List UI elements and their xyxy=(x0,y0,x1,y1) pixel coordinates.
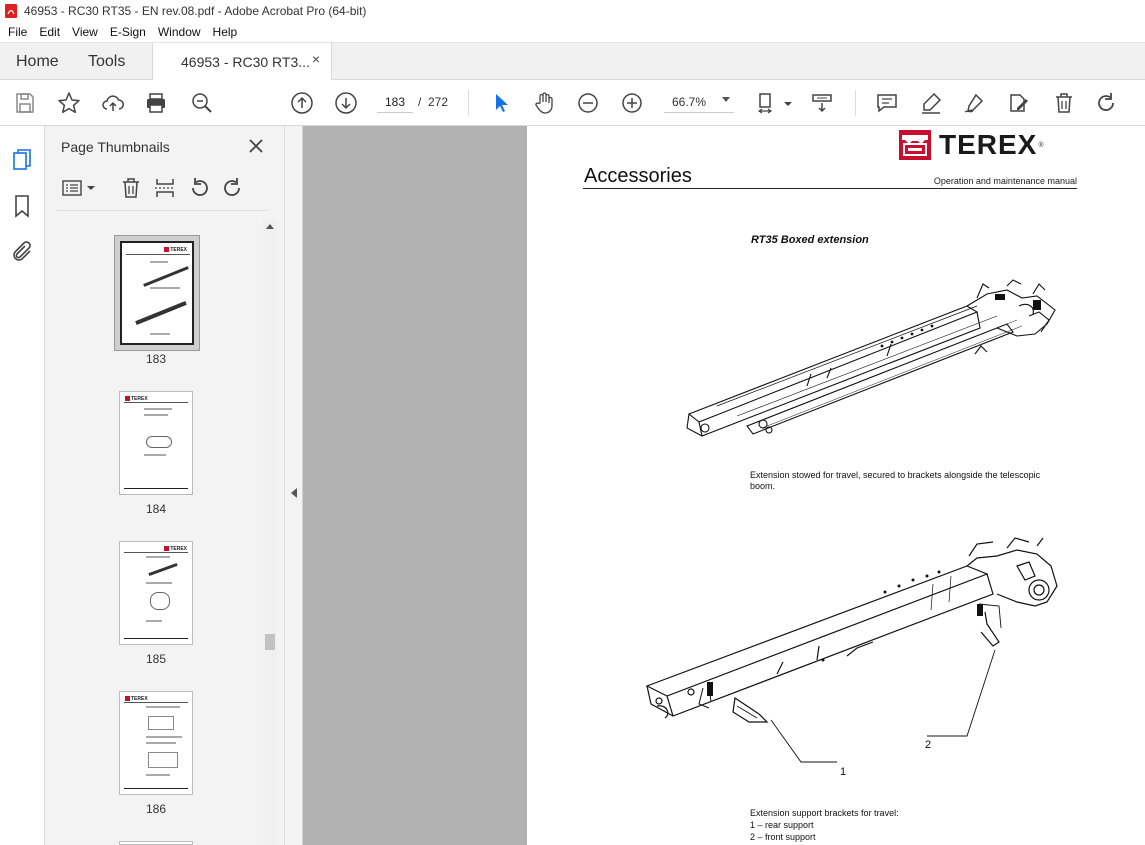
tab-home[interactable]: Home xyxy=(16,53,59,71)
thumbnail-page-185[interactable]: TEREX xyxy=(119,541,193,645)
zoom-in-icon[interactable] xyxy=(620,91,644,115)
highlight-pen-icon[interactable] xyxy=(919,91,943,115)
pdf-icon xyxy=(5,4,17,18)
next-page-icon[interactable] xyxy=(334,91,358,115)
scroll-up-icon[interactable] xyxy=(266,224,274,229)
thumbnails-panel-title: Page Thumbnails xyxy=(61,139,170,155)
thumbnail-label: 183 xyxy=(145,352,167,366)
caption-brackets-title: Extension support brackets for travel: xyxy=(750,808,899,818)
zoom-level-value: 66.7% xyxy=(672,95,707,109)
toolbar: / 272 66.7% xyxy=(0,80,1145,126)
caption-bracket-item-1: 1 – rear support xyxy=(750,820,814,830)
panel-splitter[interactable] xyxy=(285,126,303,845)
draw-pen-icon[interactable] xyxy=(962,91,986,115)
thumbnails-scrollbar[interactable] xyxy=(263,220,277,845)
save-icon[interactable] xyxy=(13,91,37,115)
thumbnails-toolbar xyxy=(57,176,277,202)
thumbnail-page-186[interactable]: TEREX xyxy=(119,691,193,795)
fill-sign-icon[interactable] xyxy=(1007,91,1031,115)
left-rail xyxy=(0,126,45,845)
tab-bar: Home Tools 46953 - RC30 RT3... × xyxy=(0,42,1145,81)
caption-bracket-item-2: 2 – front support xyxy=(750,832,816,842)
star-icon[interactable] xyxy=(57,91,81,115)
manual-label: Operation and maintenance manual xyxy=(933,176,1077,186)
extract-page-icon[interactable] xyxy=(153,176,177,200)
thumbnails-divider xyxy=(57,210,267,211)
window-title: 46953 - RC30 RT35 - EN rev.08.pdf - Adob… xyxy=(24,4,367,18)
delete-trash-icon[interactable] xyxy=(1052,91,1076,115)
chevron-down-icon xyxy=(722,97,730,102)
zoom-level-select[interactable]: 66.7% xyxy=(664,91,734,113)
pdf-page: TEREX ® Accessories Operation and mainte… xyxy=(527,126,1145,845)
support-brackets-drawing xyxy=(645,537,1058,763)
delete-page-icon[interactable] xyxy=(119,176,143,200)
thumbnail-page-183[interactable]: TEREX xyxy=(114,235,200,351)
redo-icon[interactable] xyxy=(1095,91,1119,115)
menu-help[interactable]: Help xyxy=(207,25,244,39)
rotate-left-icon[interactable] xyxy=(187,176,211,200)
tab-document[interactable]: 46953 - RC30 RT3... × xyxy=(152,43,332,81)
chevron-down-icon[interactable] xyxy=(776,91,792,115)
cloud-upload-icon[interactable] xyxy=(101,91,125,115)
header-rule xyxy=(583,188,1077,189)
menu-view[interactable]: View xyxy=(66,25,104,39)
thumbnails-panel: Page Thumbnails TEREX 183 TEREX 184 TERE… xyxy=(45,126,285,845)
tab-document-title: 46953 - RC30 RT3... xyxy=(181,54,310,70)
caption-stowed: Extension stowed for travel, secured to … xyxy=(750,470,1041,491)
comment-icon[interactable] xyxy=(875,91,899,115)
title-bar: 46953 - RC30 RT35 - EN rev.08.pdf - Adob… xyxy=(0,0,1145,22)
stowed-extension-drawing xyxy=(686,279,1056,437)
registered-mark: ® xyxy=(1038,141,1044,149)
close-icon[interactable] xyxy=(247,137,265,155)
zoom-search-icon[interactable] xyxy=(190,91,214,115)
menu-esign[interactable]: E-Sign xyxy=(104,25,152,39)
print-icon[interactable] xyxy=(144,91,168,115)
mini-terex-logo: TEREX xyxy=(164,247,187,253)
tab-close-icon[interactable]: × xyxy=(309,52,323,66)
attachment-icon[interactable] xyxy=(10,240,34,264)
hand-tool-icon[interactable] xyxy=(532,91,556,115)
bookmark-icon[interactable] xyxy=(10,194,34,218)
callout-1: 1 xyxy=(840,766,847,778)
callout-2: 2 xyxy=(925,739,932,751)
collapse-panel-icon[interactable] xyxy=(291,488,297,498)
rotate-right-icon[interactable] xyxy=(221,176,245,200)
terex-logo-text: TEREX xyxy=(939,129,1038,160)
page-separator: / xyxy=(418,95,422,109)
thumbnail-label: 184 xyxy=(145,502,167,516)
thumbnail-options-icon[interactable] xyxy=(61,176,97,200)
page-thumbnails-icon[interactable] xyxy=(10,148,34,172)
thumbnail-label: 186 xyxy=(145,802,167,816)
caption-brackets: Extension support brackets for travel: 1… xyxy=(750,807,1050,843)
tab-tools[interactable]: Tools xyxy=(88,53,125,71)
page-heading: Accessories xyxy=(584,165,692,187)
zoom-out-icon[interactable] xyxy=(576,91,600,115)
menu-edit[interactable]: Edit xyxy=(33,25,66,39)
page-number-input[interactable] xyxy=(377,91,413,113)
toolbar-divider xyxy=(855,90,856,116)
menu-file[interactable]: File xyxy=(2,25,33,39)
thumbnail-page-184[interactable]: TEREX xyxy=(119,391,193,495)
terex-logo: TEREX ® xyxy=(899,129,1044,160)
section-title: RT35 Boxed extension xyxy=(751,234,869,246)
document-viewport[interactable]: TEREX ® Accessories Operation and mainte… xyxy=(303,126,1145,845)
select-cursor-icon[interactable] xyxy=(489,91,513,115)
scrollbar-thumb[interactable] xyxy=(265,634,275,650)
menu-window[interactable]: Window xyxy=(152,25,207,39)
menu-bar: File Edit View E-Sign Window Help xyxy=(0,22,1145,42)
page-total: 272 xyxy=(428,95,449,109)
toolbar-divider xyxy=(468,90,469,116)
previous-page-icon[interactable] xyxy=(290,91,314,115)
scroll-mode-icon[interactable] xyxy=(810,91,834,115)
thumbnail-page-187[interactable] xyxy=(119,841,193,845)
terex-logo-mark xyxy=(899,130,931,160)
thumbnail-label: 185 xyxy=(145,652,167,666)
